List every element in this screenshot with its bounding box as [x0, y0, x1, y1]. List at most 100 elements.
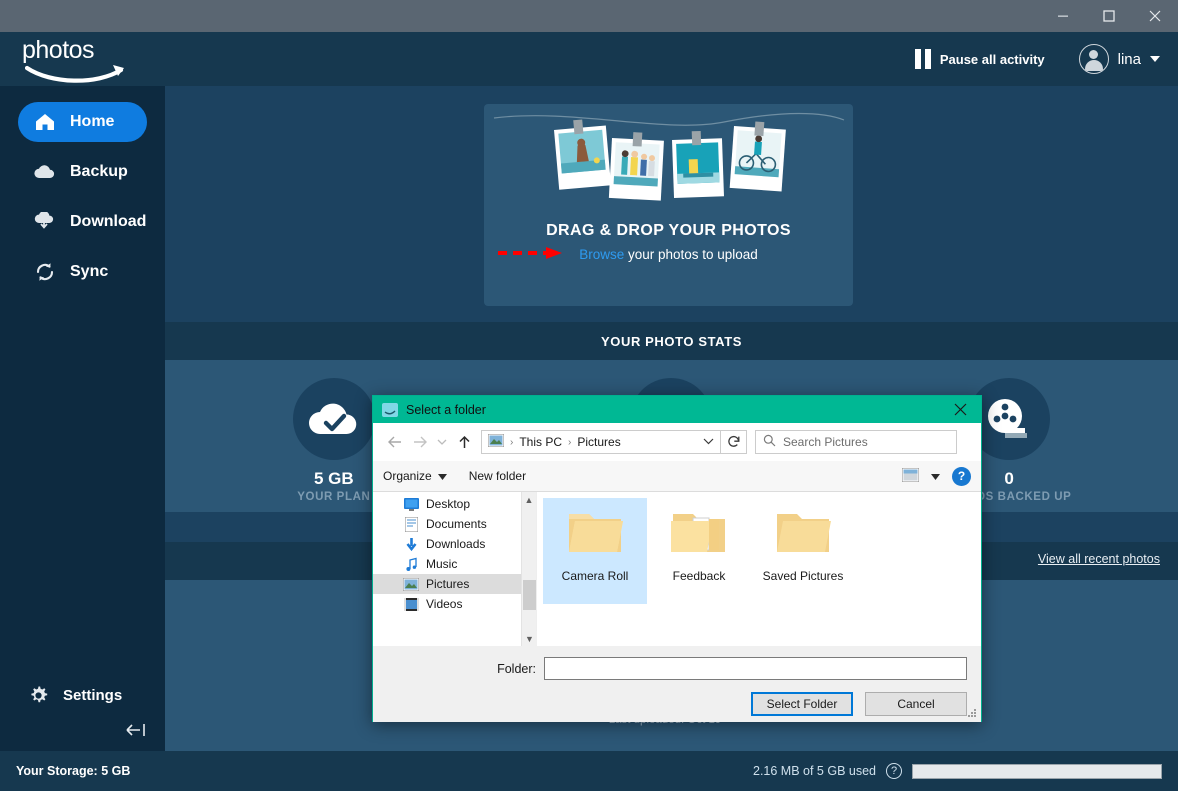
cloud-icon	[33, 160, 57, 184]
organize-button[interactable]: Organize	[383, 469, 447, 483]
refresh-icon[interactable]	[721, 430, 747, 454]
tree-label-desktop: Desktop	[426, 497, 470, 511]
breadcrumb-chevron-down-icon[interactable]	[703, 437, 714, 447]
sidebar-label-settings: Settings	[63, 687, 122, 704]
app-logo: photos	[22, 37, 142, 83]
window-close-button[interactable]	[1132, 0, 1178, 32]
tree-label-downloads: Downloads	[426, 537, 485, 551]
pause-icon	[915, 49, 931, 69]
file-item-camera-roll[interactable]: Camera Roll	[543, 498, 647, 604]
breadcrumb[interactable]: › This PC › Pictures	[481, 430, 721, 454]
folder-icon	[565, 506, 625, 563]
storage-used-label: 2.16 MB of 5 GB used	[753, 764, 876, 778]
dialog-navigation-bar: › This PC › Pictures Search Pictures	[373, 423, 981, 461]
file-label-saved-pictures: Saved Pictures	[763, 569, 844, 583]
window-maximize-button[interactable]	[1086, 0, 1132, 32]
smile-arrow-icon	[25, 64, 131, 86]
header-actions: Pause all activity lina	[915, 32, 1160, 86]
downloads-icon	[403, 536, 419, 552]
sidebar-item-backup[interactable]: Backup	[18, 152, 147, 192]
sidebar-item-download[interactable]: Download	[18, 202, 147, 242]
chevron-down-icon	[1150, 56, 1160, 62]
forward-icon[interactable]	[407, 429, 433, 455]
file-label-feedback: Feedback	[673, 569, 726, 583]
tree-label-documents: Documents	[426, 517, 487, 531]
tree-item-desktop[interactable]: Desktop	[373, 494, 521, 514]
app-window: photos Pause all activity lina	[0, 0, 1178, 791]
videos-icon	[403, 596, 419, 612]
user-menu-button[interactable]: lina	[1079, 44, 1160, 74]
tree-item-downloads[interactable]: Downloads	[373, 534, 521, 554]
sidebar-label-backup: Backup	[70, 163, 128, 181]
resize-grip-icon[interactable]	[966, 707, 978, 719]
tree-label-music: Music	[426, 557, 457, 571]
view-all-recent-photos-link[interactable]: View all recent photos	[1038, 552, 1160, 566]
help-icon[interactable]: ?	[886, 763, 902, 779]
view-chevron-down-icon[interactable]	[931, 469, 940, 483]
breadcrumb-separator: ›	[568, 437, 571, 448]
music-icon	[403, 556, 419, 572]
breadcrumb-separator: ›	[510, 437, 513, 448]
tree-item-documents[interactable]: Documents	[373, 514, 521, 534]
pause-all-activity-label: Pause all activity	[940, 52, 1045, 67]
dropzone-title: DRAG & DROP YOUR PHOTOS	[484, 222, 853, 240]
hanging-photos-illustration	[484, 104, 853, 224]
dialog-close-button[interactable]	[939, 396, 981, 423]
storage-plan-label: Your Storage: 5 GB	[16, 764, 130, 778]
browse-link[interactable]: Browse	[579, 247, 624, 262]
window-minimize-button[interactable]	[1040, 0, 1086, 32]
desktop-icon	[403, 496, 419, 512]
sidebar-item-sync[interactable]: Sync	[18, 252, 147, 292]
folder-field-label: Folder:	[373, 662, 544, 676]
breadcrumb-item-pictures[interactable]: Pictures	[577, 435, 620, 449]
dialog-titlebar: Select a folder	[373, 396, 981, 423]
tree-label-videos: Videos	[426, 597, 462, 611]
pause-all-activity-button[interactable]: Pause all activity	[915, 49, 1045, 69]
sidebar-item-home[interactable]: Home	[18, 102, 147, 142]
folder-with-files-icon	[669, 506, 729, 563]
select-folder-button[interactable]: Select Folder	[751, 692, 853, 716]
recent-locations-chevron-icon[interactable]	[433, 429, 451, 455]
new-folder-label: New folder	[469, 469, 526, 483]
pictures-icon	[403, 576, 419, 592]
cloud-download-icon	[33, 210, 57, 234]
tree-item-videos[interactable]: Videos	[373, 594, 521, 614]
folder-name-input[interactable]	[544, 657, 967, 680]
dialog-body: Desktop Documents Downloads	[373, 492, 981, 646]
search-input[interactable]: Search Pictures	[755, 430, 957, 454]
back-icon[interactable]	[381, 429, 407, 455]
upload-dropzone[interactable]: DRAG & DROP YOUR PHOTOS Browse your phot…	[484, 104, 853, 306]
window-titlebar	[0, 0, 1178, 32]
breadcrumb-item-this-pc[interactable]: This PC	[519, 435, 562, 449]
new-folder-button[interactable]: New folder	[469, 469, 526, 483]
scroll-up-icon[interactable]: ▲	[522, 492, 536, 507]
search-icon	[763, 434, 776, 450]
help-icon[interactable]: ?	[952, 467, 971, 486]
sidebar-item-settings[interactable]: Settings	[0, 683, 165, 707]
scroll-down-icon[interactable]: ▼	[522, 631, 537, 646]
cloud-check-icon	[293, 378, 375, 460]
status-bar: Your Storage: 5 GB 2.16 MB of 5 GB used …	[0, 751, 1178, 791]
tree-item-music[interactable]: Music	[373, 554, 521, 574]
cancel-button[interactable]: Cancel	[865, 692, 967, 716]
avatar	[1079, 44, 1109, 74]
storage-progress-bar	[912, 764, 1162, 779]
file-item-feedback[interactable]: Feedback	[647, 498, 751, 604]
file-list: Camera Roll Feedbac	[536, 492, 981, 646]
tree-item-pictures[interactable]: Pictures	[373, 574, 521, 594]
dialog-command-bar: Organize New folder ?	[373, 461, 981, 492]
file-item-saved-pictures[interactable]: Saved Pictures	[751, 498, 855, 604]
collapse-sidebar-button[interactable]	[123, 717, 149, 743]
up-icon[interactable]	[451, 429, 477, 455]
user-name-label: lina	[1118, 51, 1141, 68]
tree-scrollbar[interactable]: ▲ ▼	[521, 492, 536, 646]
storage-usage-group: 2.16 MB of 5 GB used ?	[753, 763, 1162, 779]
stat-label-your-plan: YOUR PLAN	[297, 491, 370, 503]
change-view-button[interactable]	[902, 468, 919, 485]
home-icon	[33, 110, 57, 134]
dialog-title-label: Select a folder	[406, 403, 486, 417]
scrollbar-thumb[interactable]	[523, 580, 536, 610]
documents-icon	[403, 516, 419, 532]
app-logo-text: photos	[22, 37, 142, 63]
folder-tree: Desktop Documents Downloads	[373, 492, 521, 646]
